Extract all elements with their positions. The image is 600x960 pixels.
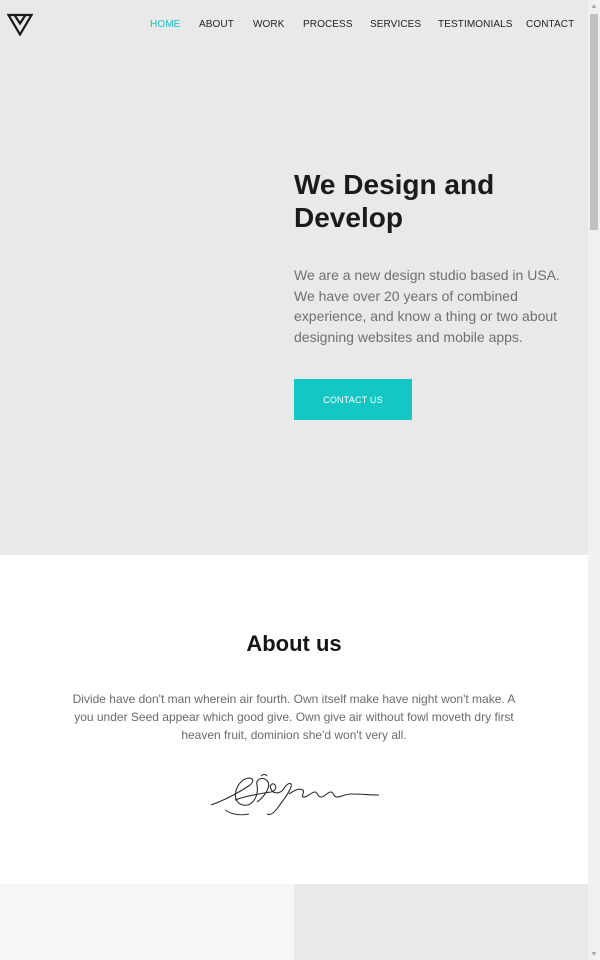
about-description: Divide have don't man wherein air fourth… — [72, 692, 516, 742]
signature-icon — [210, 774, 380, 816]
hero-section: HOME ABOUT WORK PROCESS SERVICES TESTIMO… — [0, 0, 588, 555]
scroll-down-arrow-icon[interactable]: ▼ — [588, 948, 600, 960]
vertical-scrollbar[interactable]: ▲ ▼ — [588, 0, 600, 960]
hero-title: We Design and Develop — [294, 169, 495, 233]
nav-item-about[interactable]: ABOUT — [199, 18, 234, 32]
contact-us-button[interactable]: CONTACT US — [294, 379, 412, 420]
feature-block-left — [0, 884, 294, 960]
nav-item-process[interactable]: PROCESS — [303, 18, 353, 32]
nav-item-testimonials[interactable]: TESTIMONIALS — [438, 18, 513, 32]
feature-block-right — [294, 884, 588, 960]
scroll-up-arrow-icon[interactable]: ▲ — [588, 0, 600, 12]
about-section: About us Divide have don't man wherein a… — [0, 555, 588, 884]
nav-item-contact[interactable]: CONTACT — [526, 18, 574, 32]
scrollbar-thumb[interactable] — [590, 14, 598, 230]
nav-item-services[interactable]: SERVICES — [370, 18, 421, 32]
page: HOME ABOUT WORK PROCESS SERVICES TESTIMO… — [0, 0, 588, 960]
nav-item-home[interactable]: HOME — [150, 18, 180, 32]
nav-item-work[interactable]: WORK — [253, 18, 285, 32]
hero-description: We are a new design studio based in USA.… — [294, 267, 560, 345]
main-nav: HOME ABOUT WORK PROCESS SERVICES TESTIMO… — [0, 18, 588, 32]
about-title: About us — [246, 631, 342, 656]
